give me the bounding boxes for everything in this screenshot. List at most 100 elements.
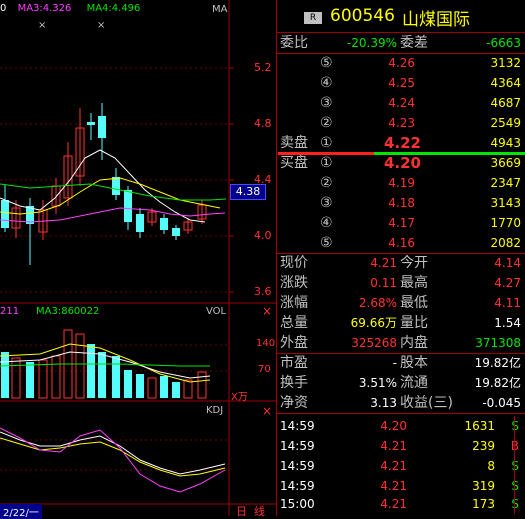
ask-row[interactable]: 卖盘 ① 4.22 4943: [278, 133, 525, 153]
chart-area[interactable]: 0 MA3:4.326 MA4:4.496 MA × × 5.2 4.8 4.4…: [0, 0, 276, 519]
stock-code: 600546: [330, 6, 395, 26]
ask-row[interactable]: ③ 4.24 4687: [278, 93, 525, 113]
candle-body: [112, 177, 120, 195]
candle-body: [172, 228, 180, 236]
wc-label: 委差: [400, 35, 428, 51]
kdj-line-magenta: [0, 427, 226, 493]
stat-label: 涨幅: [280, 295, 308, 311]
stat-label: 最高: [400, 275, 428, 291]
stat-label: 涨跌: [280, 275, 308, 291]
x-marker: ×: [38, 20, 47, 31]
fund-value: 3.51%: [358, 376, 397, 390]
close-icon[interactable]: ×: [262, 304, 272, 318]
level-icon: ④: [320, 215, 333, 231]
ma4-label: MA4:4.496: [86, 3, 141, 14]
stat-label: 外盘: [280, 335, 308, 351]
stat-value: 325268: [351, 336, 397, 350]
tab-daily[interactable]: 日: [236, 503, 247, 519]
close-icon[interactable]: ×: [262, 404, 272, 418]
ask-volume: 4943: [490, 136, 521, 150]
price-tick: 4.0: [254, 229, 272, 242]
tick-price: 4.21: [380, 479, 407, 493]
ask-volume: 2549: [490, 116, 521, 130]
wc-value: -6663: [486, 36, 521, 50]
candle-body: [136, 214, 144, 232]
bid-price: 4.17: [388, 216, 415, 230]
vol-tick: 140: [256, 338, 276, 349]
ask-row[interactable]: ⑤ 4.26 3132: [278, 53, 525, 73]
level-icon: ②: [320, 175, 333, 191]
stat-label: 现价: [280, 255, 308, 271]
level-icon: ⑤: [320, 55, 333, 71]
tick-row: 14:59 4.21 319 S: [278, 476, 525, 496]
fund-label: 换手: [280, 375, 308, 391]
stat-label: 内盘: [400, 335, 428, 351]
price-tick: 5.2: [254, 61, 272, 74]
level-icon: ①: [320, 135, 333, 151]
fund-label: 流通: [400, 375, 428, 391]
stats-row: 总量 69.66万 量比 1.54: [278, 313, 525, 333]
wb-label: 委比: [280, 35, 308, 51]
candlesticks: [1, 103, 207, 265]
vol-tick: 70: [258, 364, 271, 375]
level-icon: ③: [320, 95, 333, 111]
order-ratio-row: 委比 -20.39% 委差 -6663: [278, 33, 525, 53]
tick-row: 14:59 4.21 239 B: [278, 436, 525, 456]
stock-badge: R: [304, 12, 322, 24]
stat-value: 4.27: [494, 276, 521, 290]
tick-price: 4.21: [380, 497, 407, 511]
tick-row: 15:00 4.21 173 S: [278, 494, 525, 514]
ma3-label: MA3:4.326: [17, 3, 72, 14]
tick-row: 14:59 4.20 1631 S: [278, 416, 525, 436]
ask-row[interactable]: ② 4.23 2549: [278, 113, 525, 133]
bid-price: 4.19: [388, 176, 415, 190]
ask-volume: 4687: [490, 96, 521, 110]
stat-value: 69.66万: [350, 316, 397, 330]
tick-price: 4.21: [380, 459, 407, 473]
price-tick: 3.6: [254, 285, 272, 298]
bid-row[interactable]: 买盘 ① 4.20 3669: [278, 153, 525, 173]
tick-time: 14:59: [280, 419, 315, 433]
scrollbar[interactable]: [514, 416, 523, 514]
fund-value: -: [392, 356, 397, 370]
fund-label: 股本: [400, 355, 428, 371]
stat-value: 4.21: [370, 256, 397, 270]
bid-row[interactable]: ② 4.19 2347: [278, 173, 525, 193]
ma-tag: MA: [212, 4, 228, 15]
stat-label: 总量: [280, 315, 308, 331]
kdj-tag: KDJ: [206, 405, 224, 416]
tick-row: 14:59 4.21 8 S: [278, 456, 525, 476]
vol-ma3-label: MA3:860022: [36, 306, 100, 317]
bid-row[interactable]: ④ 4.17 1770: [278, 213, 525, 233]
bid-volume: 2082: [490, 236, 521, 250]
level-icon: ④: [320, 75, 333, 91]
ask-volume: 4364: [490, 76, 521, 90]
fund-row: 换手 3.51% 流通 19.82亿: [278, 373, 525, 393]
bid-volume: 3669: [490, 156, 521, 170]
candle-body: [87, 122, 95, 125]
ask-price-best: 4.22: [383, 134, 421, 152]
vol-unit: X万: [231, 392, 248, 403]
candle-body: [124, 190, 132, 222]
stats-row: 外盘 325268 内盘 371308: [278, 333, 525, 353]
tab-line[interactable]: 线: [254, 503, 265, 519]
price-tick: 4.8: [254, 117, 272, 130]
stock-header: R 600546 山煤国际: [278, 0, 525, 34]
bid-row[interactable]: ③ 4.18 3143: [278, 193, 525, 213]
tick-price: 4.20: [380, 419, 407, 433]
ask-label: 卖盘: [280, 135, 308, 151]
ask-row[interactable]: ④ 4.25 4364: [278, 73, 525, 93]
date-label: 2/22/一: [0, 504, 42, 519]
ask-price: 4.24: [388, 96, 415, 110]
level-icon: ①: [320, 155, 333, 171]
x-marker: ×: [97, 20, 106, 31]
stock-name: 山煤国际: [402, 10, 470, 30]
tick-price: 4.21: [380, 439, 407, 453]
ask-price: 4.23: [388, 116, 415, 130]
stat-label: 最低: [400, 295, 428, 311]
stat-value: 4.11: [494, 296, 521, 310]
ask-price: 4.26: [388, 56, 415, 70]
chart-svg: [0, 0, 276, 516]
candle-body: [98, 116, 106, 138]
bid-row[interactable]: ⑤ 4.16 2082: [278, 233, 525, 253]
